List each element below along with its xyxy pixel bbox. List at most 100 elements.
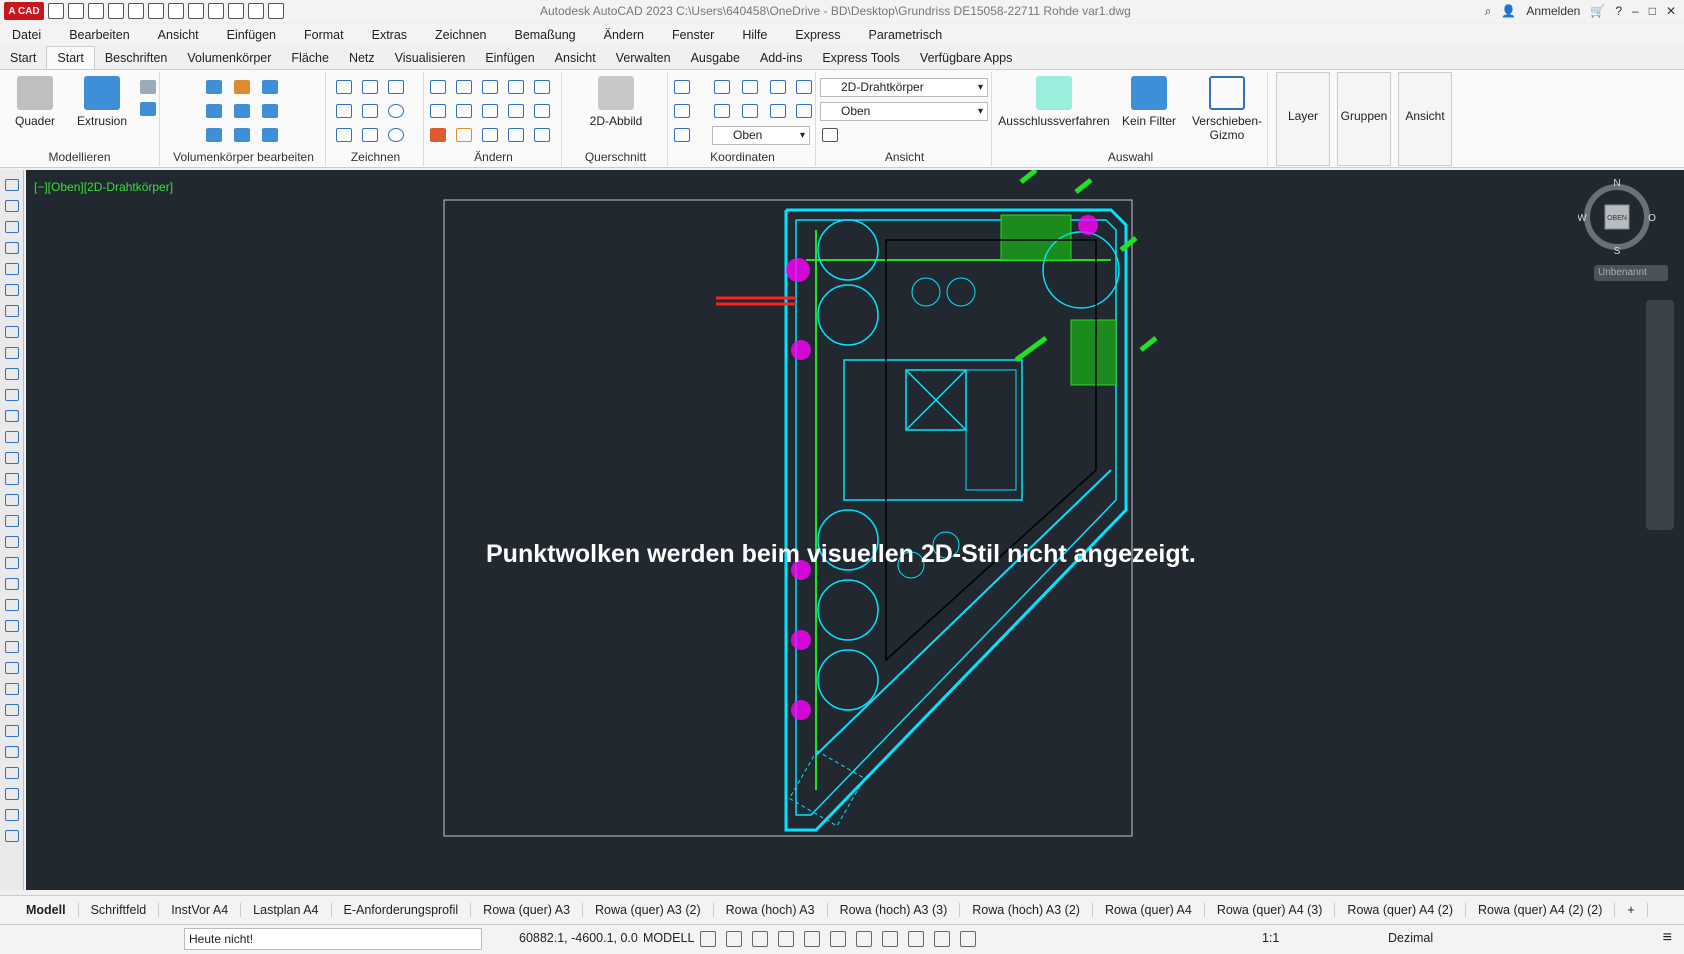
ucs-view-icon[interactable] xyxy=(770,80,786,94)
tool-gradient-icon[interactable] xyxy=(4,473,19,485)
maximize-icon[interactable]: □ xyxy=(1649,4,1656,18)
tab-volumenkoerper[interactable]: Volumenkörper xyxy=(177,47,281,69)
erase-icon[interactable] xyxy=(430,128,446,142)
ucs-origin-icon[interactable] xyxy=(742,80,758,94)
tab-visualisieren[interactable]: Visualisieren xyxy=(385,47,476,69)
tool-region-icon[interactable] xyxy=(4,494,19,506)
tool-cloud-icon[interactable] xyxy=(4,326,19,338)
match-icon[interactable] xyxy=(268,3,284,19)
tool-mirror-icon[interactable] xyxy=(4,599,19,611)
compass-east[interactable]: O xyxy=(1648,213,1656,224)
layout-tab[interactable]: Rowa (hoch) A3 (2) xyxy=(960,902,1093,917)
customize-menu-icon[interactable]: ≡ xyxy=(1663,929,1672,947)
layout-tab[interactable]: Rowa (quer) A4 (3) xyxy=(1205,902,1336,917)
tab-beschriften[interactable]: Beschriften xyxy=(95,47,178,69)
print-icon[interactable] xyxy=(168,3,184,19)
layout-tab[interactable]: Rowa (quer) A3 xyxy=(471,902,584,917)
sweep-icon[interactable] xyxy=(140,102,156,116)
gizmo-button[interactable]: Verschieben-Gizmo xyxy=(1190,76,1264,142)
tool-erase-icon[interactable] xyxy=(4,557,19,569)
tool-chamfer-icon[interactable] xyxy=(4,830,19,842)
tool-arc-icon[interactable] xyxy=(4,284,19,296)
viewcube-compass[interactable]: N S W O OBEN xyxy=(1578,178,1656,256)
intersect-icon[interactable] xyxy=(262,80,278,94)
gizmo-toggle-icon[interactable] xyxy=(934,931,950,947)
construction-line-icon[interactable] xyxy=(362,104,378,118)
thicken-icon[interactable] xyxy=(234,104,250,118)
scale-icon[interactable] xyxy=(456,80,472,94)
slice-icon[interactable] xyxy=(206,104,222,118)
tab-express-tools[interactable]: Express Tools xyxy=(812,47,910,69)
tool-offset-icon[interactable] xyxy=(4,620,19,632)
explode-icon[interactable] xyxy=(456,128,472,142)
panel-label-auswahl[interactable]: Auswahl xyxy=(994,150,1267,166)
layout-tab[interactable]: Rowa (quer) A3 (2) xyxy=(583,902,714,917)
transparency-icon[interactable] xyxy=(882,931,898,947)
menu-bearbeiten[interactable]: Bearbeiten xyxy=(69,28,141,42)
menu-zeichnen[interactable]: Zeichnen xyxy=(435,28,498,42)
ucs-3point-icon[interactable] xyxy=(796,104,812,118)
menu-einfuegen[interactable]: Einfügen xyxy=(227,28,288,42)
shell-icon[interactable] xyxy=(206,128,222,142)
menu-format[interactable]: Format xyxy=(304,28,356,42)
tool-scale-icon[interactable] xyxy=(4,704,19,716)
ellipse-icon[interactable] xyxy=(388,128,404,142)
menu-parametrisch[interactable]: Parametrisch xyxy=(869,28,955,42)
panel-label-ansicht[interactable]: Ansicht xyxy=(818,150,991,166)
grid-array-icon[interactable] xyxy=(534,128,550,142)
line-icon[interactable] xyxy=(336,80,352,94)
cart-icon[interactable]: 🛒 xyxy=(1590,4,1605,18)
annotation-icon[interactable] xyxy=(960,931,976,947)
fillet-icon[interactable] xyxy=(534,104,550,118)
tool-polyline-icon[interactable] xyxy=(4,221,19,233)
otrack-icon[interactable] xyxy=(830,931,846,947)
tab-start[interactable]: Start xyxy=(46,46,95,69)
menu-extras[interactable]: Extras xyxy=(372,28,419,42)
circle-icon[interactable] xyxy=(388,104,404,118)
ucs-named-icon[interactable] xyxy=(714,80,730,94)
tab-verwalten[interactable]: Verwalten xyxy=(606,47,681,69)
ucs-combo[interactable]: Oben xyxy=(712,126,810,145)
panel-label-zeichnen[interactable]: Zeichnen xyxy=(328,150,423,166)
solid-icon[interactable] xyxy=(140,80,156,94)
zoom-icon[interactable] xyxy=(228,3,244,19)
coordinate-readout[interactable]: 60882.1, -4600.1, 0.0 xyxy=(519,931,638,945)
menu-fenster[interactable]: Fenster xyxy=(672,28,726,42)
gruppen-button[interactable]: Gruppen xyxy=(1337,72,1391,166)
menu-datei[interactable]: Datei xyxy=(12,28,53,42)
menu-ansicht[interactable]: Ansicht xyxy=(158,28,211,42)
join-icon[interactable] xyxy=(508,128,524,142)
ucs-icon[interactable] xyxy=(674,80,690,94)
ucs-world-icon[interactable] xyxy=(674,104,690,118)
layout-tab[interactable]: Rowa (hoch) A3 (3) xyxy=(828,902,961,917)
stretch-icon[interactable] xyxy=(430,104,446,118)
publish-icon[interactable] xyxy=(148,3,164,19)
panel-label-querschnitt[interactable]: Querschnitt xyxy=(564,150,667,166)
layout-tab[interactable]: Rowa (quer) A4 (2) xyxy=(1335,902,1467,917)
layout-tab[interactable]: E-Anforderungsprofil xyxy=(332,902,472,917)
tool-block-icon[interactable] xyxy=(4,410,19,422)
tool-break-icon[interactable] xyxy=(4,788,19,800)
array-icon[interactable] xyxy=(456,104,472,118)
tool-mtext-icon[interactable] xyxy=(4,536,19,548)
annotation-scale[interactable]: 1:1 xyxy=(1262,931,1279,945)
menu-hilfe[interactable]: Hilfe xyxy=(742,28,779,42)
compass-south[interactable]: S xyxy=(1614,246,1621,256)
fillet-edge-icon[interactable] xyxy=(234,128,250,142)
tab-start-1[interactable]: Start xyxy=(0,47,46,69)
tool-hatch-icon[interactable] xyxy=(4,452,19,464)
compass-west[interactable]: W xyxy=(1578,213,1587,224)
tool-ellipse-icon[interactable] xyxy=(4,368,19,380)
kein-filter-button[interactable]: Kein Filter xyxy=(1116,76,1182,128)
tab-flaeche[interactable]: Fläche xyxy=(281,47,339,69)
search-icon[interactable]: ⌕ xyxy=(1485,4,1492,19)
tab-ausgabe[interactable]: Ausgabe xyxy=(681,47,750,69)
copy-icon[interactable] xyxy=(508,80,524,94)
panel-label-modellieren[interactable]: Modellieren xyxy=(0,150,159,166)
model-space-toggle[interactable]: MODELL xyxy=(643,931,694,945)
viewport-config-icon[interactable] xyxy=(822,128,838,142)
selection-cycling-icon[interactable] xyxy=(908,931,924,947)
ortho-icon[interactable] xyxy=(752,931,768,947)
add-layout-button[interactable]: + xyxy=(1615,902,1648,917)
tool-xline-icon[interactable] xyxy=(4,200,19,212)
